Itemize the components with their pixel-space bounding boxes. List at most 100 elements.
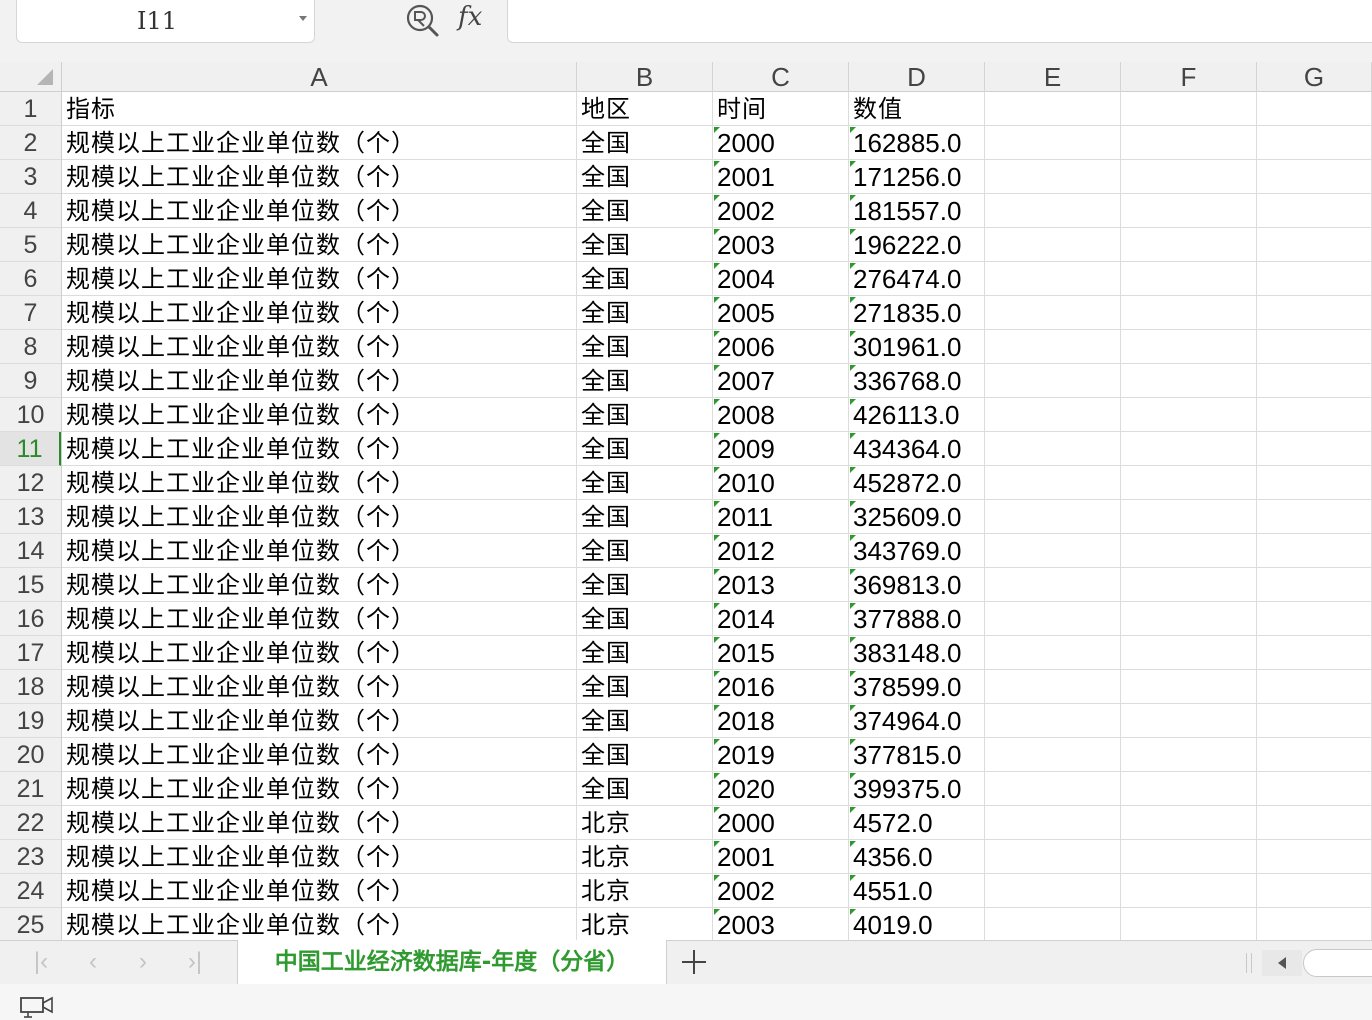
row-header[interactable]: 1 (0, 92, 61, 126)
cell-region[interactable]: 全国 (577, 364, 713, 398)
cell-year[interactable]: 2009 (713, 432, 849, 466)
formula-input[interactable] (507, 0, 1372, 43)
cell-value[interactable]: 数值 (849, 92, 985, 126)
cell-empty[interactable] (985, 670, 1121, 704)
cell-value[interactable]: 4551.0 (849, 874, 985, 908)
row-header[interactable]: 18 (0, 670, 61, 704)
cell-empty[interactable] (1121, 194, 1257, 228)
cell-year[interactable]: 2010 (713, 466, 849, 500)
cell-region[interactable]: 全国 (577, 568, 713, 602)
cell-empty[interactable] (985, 840, 1121, 874)
cell-indicator[interactable]: 规模以上工业企业单位数（个） (62, 262, 577, 296)
cell-empty[interactable] (985, 738, 1121, 772)
cell-region[interactable]: 全国 (577, 738, 713, 772)
add-sheet-icon[interactable] (678, 946, 710, 978)
cell-region[interactable]: 全国 (577, 262, 713, 296)
row-header[interactable]: 13 (0, 500, 61, 534)
cell-region[interactable]: 全国 (577, 126, 713, 160)
cell-year[interactable]: 2013 (713, 568, 849, 602)
macro-record-icon[interactable] (20, 996, 54, 1018)
cell-year[interactable]: 2012 (713, 534, 849, 568)
cell-year[interactable]: 2014 (713, 602, 849, 636)
select-all-corner[interactable] (0, 62, 62, 92)
cell-empty[interactable] (1257, 262, 1372, 296)
cell-empty[interactable] (985, 398, 1121, 432)
cell-value[interactable]: 271835.0 (849, 296, 985, 330)
row-header[interactable]: 22 (0, 806, 61, 840)
cell-indicator[interactable]: 规模以上工业企业单位数（个） (62, 466, 577, 500)
cell-value[interactable]: 452872.0 (849, 466, 985, 500)
cell-empty[interactable] (1257, 806, 1372, 840)
cell-year[interactable]: 2008 (713, 398, 849, 432)
cell-empty[interactable] (985, 296, 1121, 330)
cell-empty[interactable] (1121, 262, 1257, 296)
cell-value[interactable]: 336768.0 (849, 364, 985, 398)
cell-empty[interactable] (1121, 92, 1257, 126)
cell-empty[interactable] (985, 772, 1121, 806)
row-header[interactable]: 16 (0, 602, 61, 636)
row-header[interactable]: 17 (0, 636, 61, 670)
cell-indicator[interactable]: 规模以上工业企业单位数（个） (62, 772, 577, 806)
cell-value[interactable]: 426113.0 (849, 398, 985, 432)
cell-empty[interactable] (1257, 500, 1372, 534)
cell-value[interactable]: 162885.0 (849, 126, 985, 160)
cell-empty[interactable] (1257, 704, 1372, 738)
cell-year[interactable]: 2007 (713, 364, 849, 398)
cell-indicator[interactable]: 规模以上工业企业单位数（个） (62, 432, 577, 466)
cell-value[interactable]: 383148.0 (849, 636, 985, 670)
cell-empty[interactable] (1257, 908, 1372, 940)
cell-value[interactable]: 171256.0 (849, 160, 985, 194)
cell-indicator[interactable]: 规模以上工业企业单位数（个） (62, 670, 577, 704)
cell-empty[interactable] (1121, 670, 1257, 704)
cell-year[interactable]: 2001 (713, 160, 849, 194)
cell-year[interactable]: 2002 (713, 194, 849, 228)
cell-region[interactable]: 全国 (577, 534, 713, 568)
cell-year[interactable]: 2004 (713, 262, 849, 296)
cell-empty[interactable] (1257, 92, 1372, 126)
cell-empty[interactable] (1121, 364, 1257, 398)
cell-region[interactable]: 全国 (577, 398, 713, 432)
cell-indicator[interactable]: 规模以上工业企业单位数（个） (62, 534, 577, 568)
cell-empty[interactable] (1257, 874, 1372, 908)
cell-region[interactable]: 全国 (577, 330, 713, 364)
cell-empty[interactable] (1121, 636, 1257, 670)
cell-year[interactable]: 2003 (713, 228, 849, 262)
row-header[interactable]: 24 (0, 874, 61, 908)
row-header[interactable]: 5 (0, 228, 61, 262)
cell-empty[interactable] (1257, 364, 1372, 398)
cell-value[interactable]: 369813.0 (849, 568, 985, 602)
column-header-e[interactable]: E (985, 62, 1121, 92)
cell-value[interactable]: 374964.0 (849, 704, 985, 738)
cell-value[interactable]: 343769.0 (849, 534, 985, 568)
cell-year[interactable]: 2018 (713, 704, 849, 738)
cell-region[interactable]: 全国 (577, 772, 713, 806)
cell-empty[interactable] (985, 534, 1121, 568)
cell-indicator[interactable]: 规模以上工业企业单位数（个） (62, 568, 577, 602)
cell-value[interactable]: 378599.0 (849, 670, 985, 704)
cell-indicator[interactable]: 规模以上工业企业单位数（个） (62, 126, 577, 160)
row-header[interactable]: 2 (0, 126, 61, 160)
cell-empty[interactable] (1257, 432, 1372, 466)
cell-empty[interactable] (985, 874, 1121, 908)
cell-empty[interactable] (985, 228, 1121, 262)
cell-empty[interactable] (985, 194, 1121, 228)
cell-empty[interactable] (985, 704, 1121, 738)
cell-empty[interactable] (1257, 398, 1372, 432)
cell-year[interactable]: 2020 (713, 772, 849, 806)
cell-value[interactable]: 4019.0 (849, 908, 985, 940)
cell-indicator[interactable]: 规模以上工业企业单位数（个） (62, 500, 577, 534)
cell-empty[interactable] (1121, 568, 1257, 602)
cell-indicator[interactable]: 规模以上工业企业单位数（个） (62, 806, 577, 840)
cell-empty[interactable] (1121, 738, 1257, 772)
cell-empty[interactable] (985, 568, 1121, 602)
prev-sheet-icon[interactable]: ‹ (80, 949, 106, 975)
cell-year[interactable]: 2002 (713, 874, 849, 908)
cell-year[interactable]: 2000 (713, 126, 849, 160)
cell-empty[interactable] (985, 500, 1121, 534)
cell-region[interactable]: 全国 (577, 670, 713, 704)
cell-value[interactable]: 276474.0 (849, 262, 985, 296)
cell-region[interactable]: 全国 (577, 432, 713, 466)
cell-empty[interactable] (1257, 126, 1372, 160)
cell-region[interactable]: 全国 (577, 602, 713, 636)
cell-region[interactable]: 全国 (577, 704, 713, 738)
